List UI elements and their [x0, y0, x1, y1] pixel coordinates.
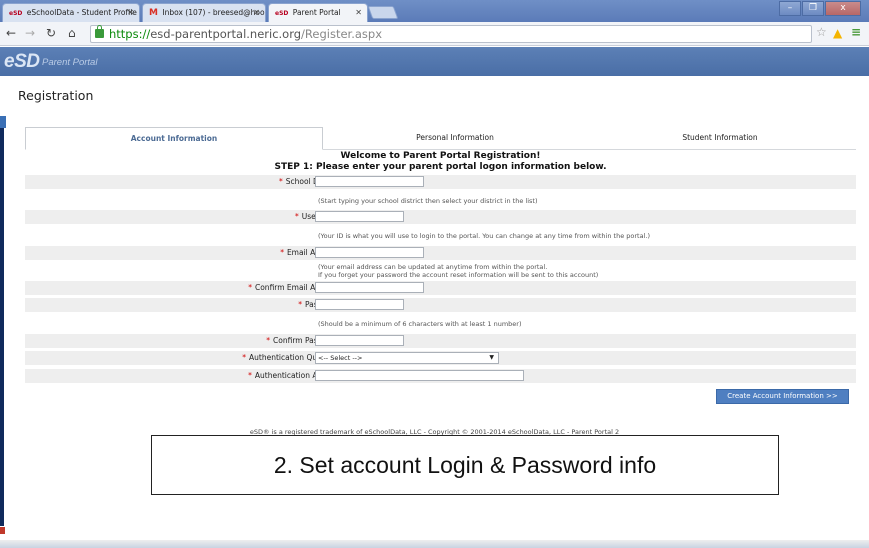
- confirm-password-row: * Confirm Password: [25, 334, 856, 348]
- portal-subtitle: Parent Portal: [42, 57, 98, 68]
- desktop-edge-marker: [0, 527, 5, 534]
- create-account-button[interactable]: Create Account Information >>: [716, 389, 849, 404]
- confirm-email-input[interactable]: [315, 282, 424, 293]
- close-tab-icon[interactable]: ✕: [127, 4, 134, 21]
- lock-icon: [95, 25, 104, 38]
- auth-question-select[interactable]: <-- Select --> ▼: [315, 352, 499, 364]
- url-scheme: https://: [109, 27, 151, 41]
- required-marker: *: [298, 300, 302, 309]
- required-marker: *: [242, 353, 246, 362]
- auth-answer-row: * Authentication Answer: [25, 369, 856, 383]
- email-input[interactable]: [315, 247, 424, 258]
- home-icon[interactable]: ⌂: [68, 26, 76, 40]
- address-bar[interactable]: https://esd-parentportal.neric.org/Regis…: [90, 25, 812, 43]
- browser-tab-title: Inbox (107) - breesed@hoo: [162, 8, 265, 17]
- forward-arrow-icon[interactable]: →: [25, 26, 35, 40]
- google-drive-icon[interactable]: ▲: [833, 26, 842, 40]
- required-marker: *: [295, 212, 299, 221]
- esd-favicon-icon: eSD: [9, 10, 23, 17]
- confirm-password-input[interactable]: [315, 335, 404, 346]
- required-marker: *: [248, 283, 252, 292]
- gmail-icon: M: [149, 8, 158, 18]
- email-hint-line-1: (Your email address can be updated at an…: [318, 263, 548, 271]
- close-window-button[interactable]: x: [825, 1, 861, 16]
- browser-tab-title: Parent Portal: [292, 8, 341, 17]
- dropdown-arrow-icon: ▼: [489, 354, 494, 361]
- password-hint: (Should be a minimum of 6 characters wit…: [318, 320, 522, 328]
- step-instructions: STEP 1: Please enter your parent portal …: [274, 161, 607, 172]
- menu-icon[interactable]: ≡: [851, 25, 861, 39]
- required-marker: *: [279, 177, 283, 186]
- welcome-heading: Welcome to Parent Portal Registration!: [340, 151, 541, 161]
- school-district-hint-row: (Start typing your school district then …: [25, 194, 856, 208]
- browser-toolbar: ← → ↻ ⌂ https://esd-parentportal.neric.o…: [0, 22, 869, 46]
- username-hint: (Your ID is what you will use to login t…: [318, 232, 650, 240]
- required-marker: *: [248, 371, 252, 380]
- username-hint-row: (Your ID is what you will use to login t…: [25, 229, 856, 243]
- page-title: Registration: [18, 88, 94, 103]
- username-input[interactable]: [315, 211, 404, 222]
- browser-tab-parent-portal[interactable]: eSD Parent Portal ✕: [268, 3, 368, 23]
- registration-tabs: Account Information Personal Information…: [25, 127, 856, 150]
- new-tab-button[interactable]: [367, 6, 399, 19]
- email-hint-line-2: If you forget your password the account …: [318, 271, 599, 279]
- browser-tab-title: eSchoolData - Student Profile: [26, 8, 137, 17]
- required-marker: *: [266, 336, 271, 345]
- url-path: /Register.aspx: [301, 27, 383, 41]
- school-district-hint: (Start typing your school district then …: [318, 197, 538, 205]
- app-header: eSD Parent Portal: [0, 47, 869, 76]
- tab-personal-information[interactable]: Personal Information: [335, 127, 575, 150]
- esd-favicon-icon: eSD: [275, 10, 289, 17]
- reload-icon[interactable]: ↻: [46, 26, 56, 40]
- auth-question-row: * Authentication Question <-- Select --> …: [25, 351, 856, 365]
- instruction-callout: 2. Set account Login & Password info: [151, 435, 779, 495]
- close-tab-icon[interactable]: ✕: [355, 4, 362, 21]
- welcome-message: Welcome to Parent Portal Registration! S…: [25, 151, 856, 172]
- school-district-input[interactable]: [315, 176, 424, 187]
- url-host: esd-parentportal.neric.org: [150, 27, 302, 41]
- email-hint: (Your email address can be updated at an…: [318, 263, 598, 279]
- email-hint-row: (Your email address can be updated at an…: [25, 262, 856, 280]
- tab-student-information[interactable]: Student Information: [600, 127, 840, 150]
- browser-tab-strip: eSD eSchoolData - Student Profile ✕ M In…: [0, 0, 869, 23]
- tab-account-information[interactable]: Account Information: [25, 127, 323, 150]
- close-tab-icon[interactable]: ✕: [253, 4, 260, 21]
- browser-tab-inbox[interactable]: M Inbox (107) - breesed@hoo ✕: [142, 3, 266, 22]
- window-bottom-edge: [0, 540, 869, 548]
- password-row: *Password: [25, 298, 856, 312]
- auth-answer-input[interactable]: [315, 370, 524, 381]
- minimize-button[interactable]: –: [779, 1, 801, 16]
- back-arrow-icon[interactable]: ←: [6, 26, 16, 40]
- school-district-row: * School District: [25, 175, 856, 189]
- password-hint-row: (Should be a minimum of 6 characters wit…: [25, 317, 856, 331]
- window-controls: – ❐ x: [778, 1, 861, 16]
- desktop-edge-accent: [0, 116, 6, 128]
- confirm-email-row: * Confirm Email Address: [25, 281, 856, 295]
- bookmark-star-icon[interactable]: ☆: [816, 25, 827, 39]
- desktop-edge: [0, 116, 4, 526]
- required-marker: *: [280, 248, 284, 257]
- username-row: *Username: [25, 210, 856, 224]
- email-row: * Email Address: [25, 246, 856, 260]
- auth-question-value: <-- Select -->: [318, 354, 363, 362]
- restore-button[interactable]: ❐: [802, 1, 824, 16]
- esd-logo: eSD: [4, 51, 40, 72]
- browser-tab-eschooldata[interactable]: eSD eSchoolData - Student Profile ✕: [2, 3, 140, 22]
- password-input[interactable]: [315, 299, 404, 310]
